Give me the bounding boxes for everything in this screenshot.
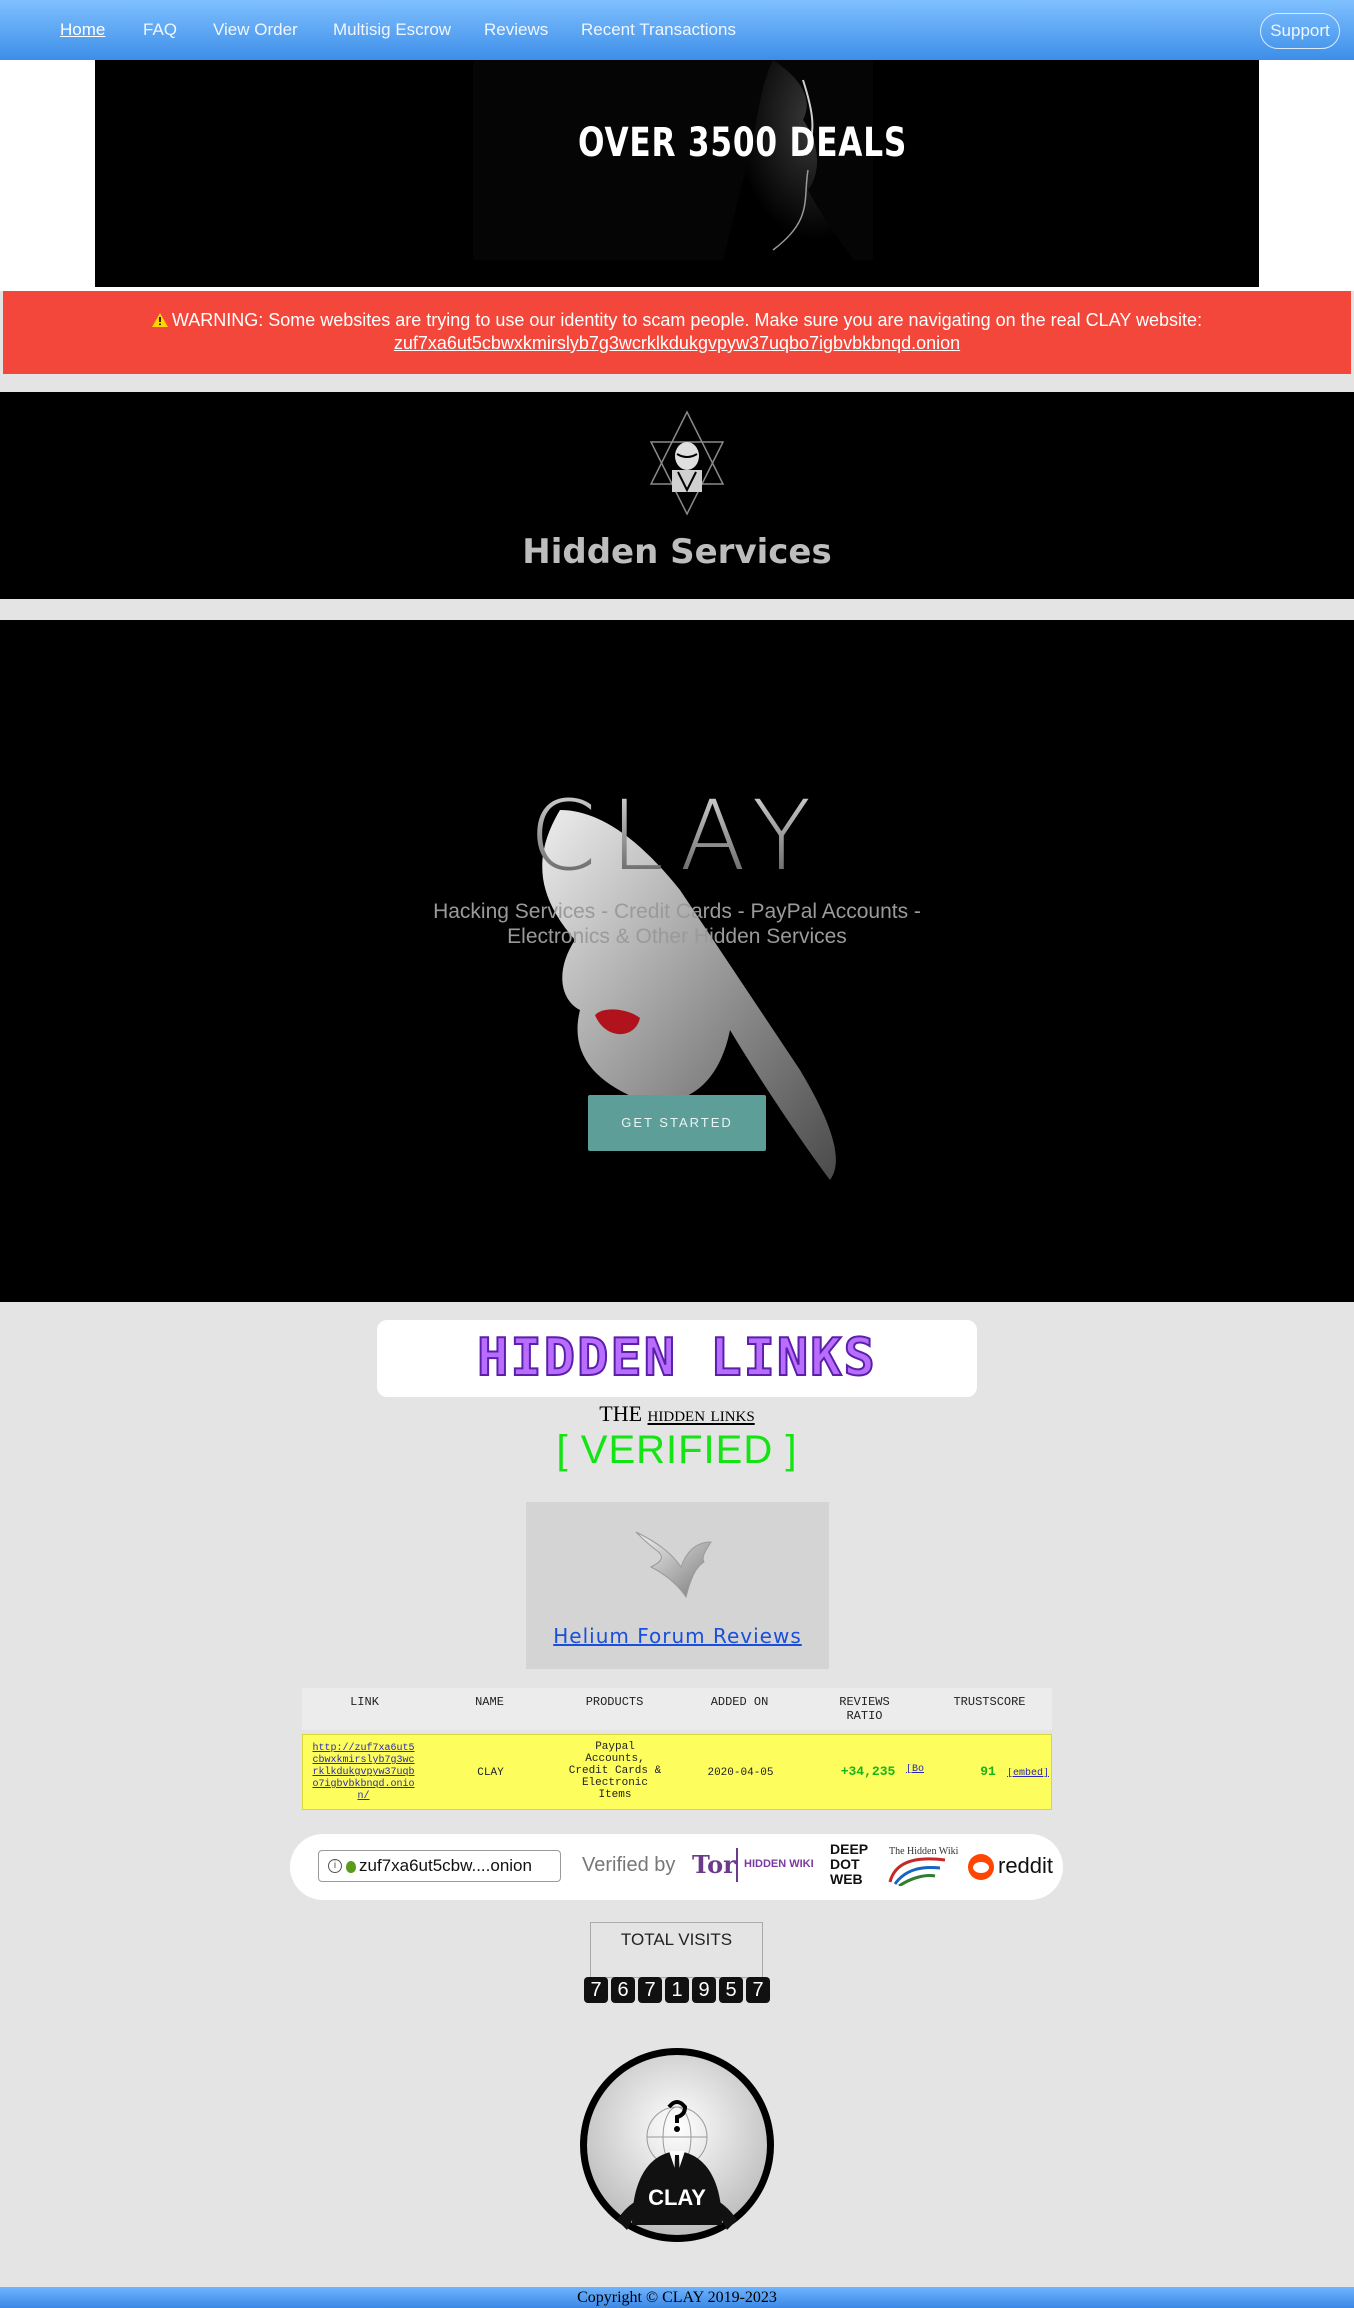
counter-digit: 7 (746, 1977, 770, 2003)
hero-section: CLAY Hacking Services - Credit Cards - P… (0, 620, 1354, 1302)
warning-triangle-icon (151, 311, 168, 332)
nav-multisig-escrow[interactable]: Multisig Escrow (333, 20, 451, 40)
onion-icon (346, 1861, 356, 1873)
row-products: Paypal Accounts, Credit Cards & Electron… (568, 1741, 662, 1801)
nav-home[interactable]: Home (60, 20, 105, 40)
nav-faq[interactable]: FAQ (143, 20, 177, 40)
the-hidden-links-heading: THE hidden links (599, 1401, 755, 1426)
row-trustscore: 91 (980, 1764, 996, 1779)
reddit-badge[interactable]: reddit (998, 1853, 1053, 1879)
counter-digit: 9 (692, 1977, 716, 2003)
top-nav: Home FAQ View Order Multisig Escrow Revi… (0, 0, 1354, 60)
counter-digit: 6 (611, 1977, 635, 2003)
hexagram-mask-logo (649, 410, 725, 516)
onion-url-text: zuf7xa6ut5cbw....onion (359, 1856, 532, 1875)
row-added-on: 2020-04-05 (707, 1767, 774, 1779)
col-products: PRODUCTS (585, 1695, 644, 1709)
row-reviews: +34,235 (840, 1764, 896, 1779)
get-started-button[interactable]: GET STARTED (588, 1095, 766, 1151)
hidden-services-header: Hidden Services (0, 392, 1354, 599)
col-added-on: ADDED ON (710, 1695, 769, 1709)
table-header: LINK NAME PRODUCTS ADDED ON REVIEWS RATI… (302, 1688, 1052, 1730)
warning-label: WARNING: (171, 310, 264, 330)
hidden-links-logo[interactable]: HIDDEN LINKS (377, 1320, 977, 1397)
counter-digit: 5 (719, 1977, 743, 2003)
total-visits-label: TOTAL VISITS (620, 1930, 733, 1949)
footer-copyright: Copyright © CLAY 2019-2023 (0, 2287, 1354, 2308)
deep-dot-web-badge[interactable]: DEEP DOT WEB (830, 1842, 870, 1887)
helium-forum-card: Helium Forum Reviews (526, 1502, 829, 1669)
col-reviews-ratio: REVIEWS RATIO (839, 1695, 890, 1723)
info-icon: i (328, 1859, 342, 1873)
verified-by-bar: i zuf7xa6ut5cbw....onion Verified by Tor… (290, 1834, 1063, 1900)
silhouette-image (473, 60, 873, 260)
verified-by-label: Verified by (582, 1854, 676, 1876)
banner-section: OVER 3500 DEALS (0, 60, 1354, 291)
nav-reviews[interactable]: Reviews (484, 20, 548, 40)
hidden-wiki-swoosh-icon (888, 1857, 946, 1886)
row-reviews-tag[interactable]: [Bo (904, 1764, 926, 1776)
hidden-services-title: Hidden Services (522, 532, 832, 572)
emblem-text: CLAY (648, 2185, 706, 2210)
hidden-links-link[interactable]: hidden links (648, 1401, 755, 1426)
hero-title: CLAY (0, 780, 1354, 892)
table-row: http://zuf7xa6ut5cbwxkmirslyb7g3wcrklkdu… (302, 1734, 1052, 1810)
nav-view-order[interactable]: View Order (213, 20, 298, 40)
total-visits-box: TOTAL VISITS (590, 1922, 763, 1978)
col-link: LINK (350, 1695, 379, 1709)
hidden-links-logo-text: HIDDEN LINKS (476, 1327, 877, 1389)
warning-message: Some websites are trying to use our iden… (263, 310, 1203, 330)
counter-digit: 1 (665, 1977, 689, 2003)
tor-badge[interactable]: Tor (692, 1850, 736, 1879)
helium-eagle-icon (635, 1531, 712, 1599)
official-onion-link[interactable]: zuf7xa6ut5cbwxkmirslyb7g3wcrklkdukgvpyw3… (3, 333, 1351, 354)
warning-bar: WARNING: Some websites are trying to use… (3, 291, 1351, 374)
row-link[interactable]: http://zuf7xa6ut5cbwxkmirslyb7g3wcrklkdu… (311, 1743, 416, 1803)
hero-subtitle: Hacking Services - Credit Cards - PayPal… (433, 900, 921, 948)
hidden-wiki-badge[interactable]: HIDDEN WIKI (744, 1858, 814, 1870)
col-name: NAME (475, 1695, 504, 1709)
helium-forum-reviews-link[interactable]: Helium Forum Reviews (526, 1624, 829, 1648)
clay-emblem: CLAY (577, 2045, 777, 2245)
support-button[interactable]: Support (1260, 13, 1340, 49)
col-trustscore: TRUSTSCORE (953, 1695, 1026, 1709)
counter-digit: 7 (638, 1977, 662, 2003)
row-name: CLAY (477, 1767, 504, 1779)
the-hidden-wiki-badge[interactable]: The Hidden Wiki (885, 1846, 958, 1886)
verified-label: [ VERIFIED ] (556, 1428, 798, 1472)
banner-text: OVER 3500 DEALS (578, 120, 908, 166)
onion-url-box[interactable]: i zuf7xa6ut5cbw....onion (318, 1850, 561, 1882)
reddit-icon (968, 1854, 994, 1880)
counter-digit: 7 (584, 1977, 608, 2003)
nav-recent-transactions[interactable]: Recent Transactions (581, 20, 736, 40)
anonymous-suit-emblem (580, 2048, 774, 2242)
deals-banner[interactable]: OVER 3500 DEALS (95, 60, 1259, 287)
row-embed[interactable]: [embed] (1005, 1768, 1051, 1780)
